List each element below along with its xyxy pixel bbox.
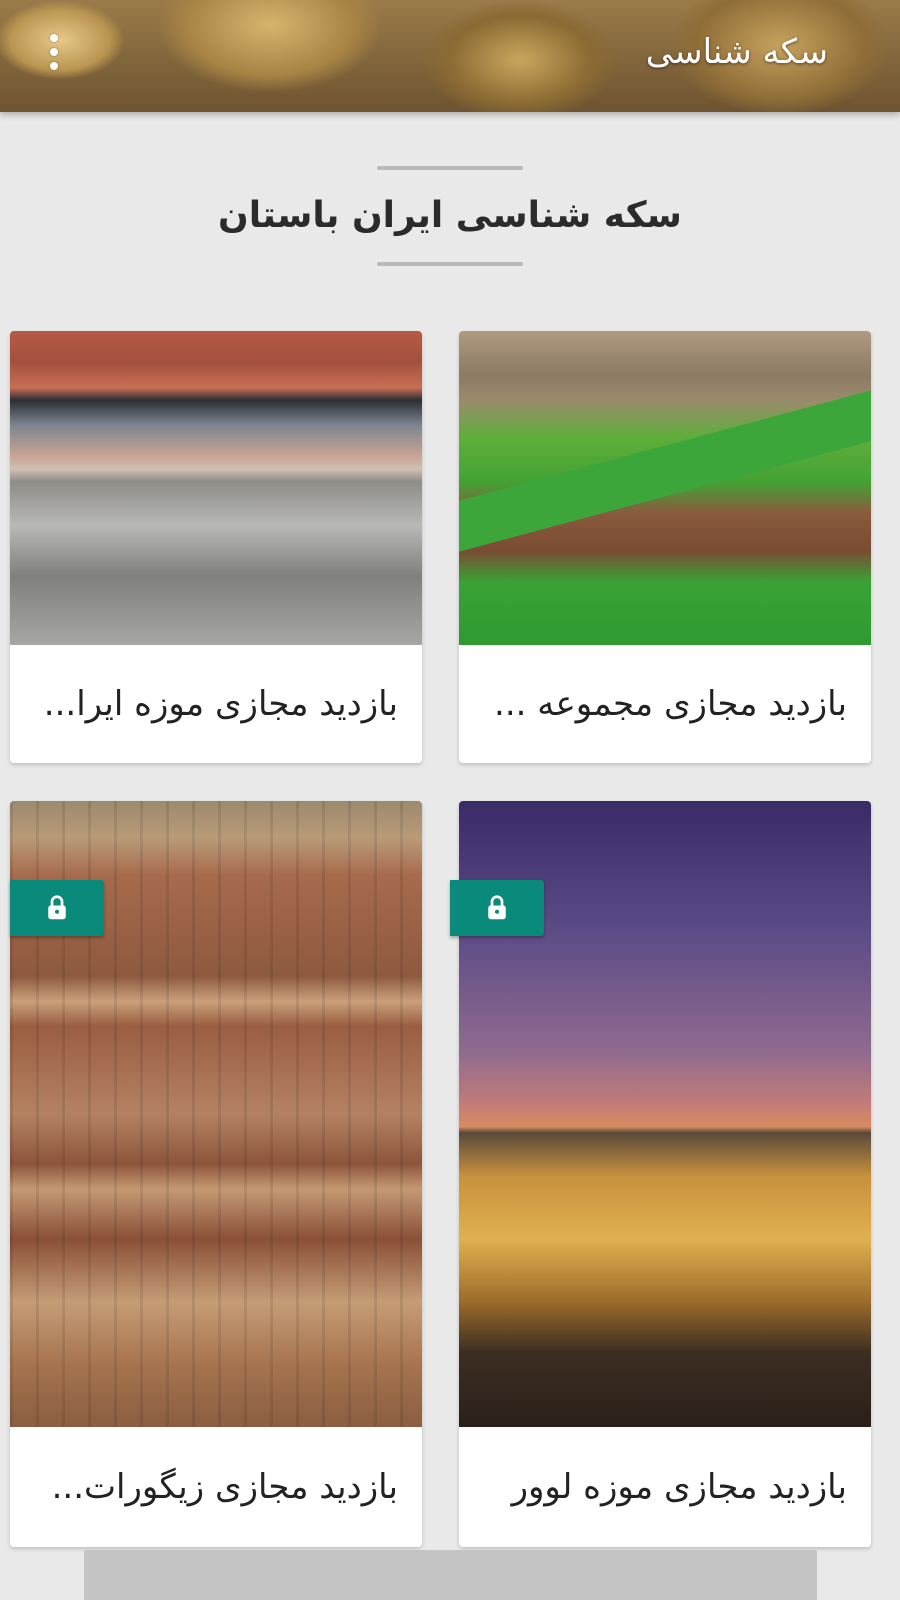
locked-badge <box>10 880 104 936</box>
card-label: بازدید مجازی موزه ایرا... <box>43 684 398 724</box>
app-root: سکه شناسی سکه شناسی ایران باستان بازدید … <box>0 0 900 1600</box>
bottom-banner <box>84 1550 817 1600</box>
heading-divider-top <box>377 166 523 170</box>
app-title: سکه شناسی <box>645 32 828 72</box>
card-label: بازدید مجازی موزه لوور <box>511 1467 847 1507</box>
card-image-museum <box>10 331 422 645</box>
section-title: سکه شناسی ایران باستان <box>218 195 682 236</box>
heading-divider-bottom <box>377 262 523 266</box>
lock-icon <box>488 895 506 920</box>
locked-badge <box>450 880 544 936</box>
card-image-fields <box>459 331 871 645</box>
card-label: بازدید مجازی مجموعه ... <box>494 684 847 724</box>
lock-icon <box>48 895 66 920</box>
card-label: بازدید مجازی زیگورات... <box>51 1467 398 1507</box>
app-bar: سکه شناسی <box>0 0 900 112</box>
card-iran-museum-visit[interactable]: بازدید مجازی موزه ایرا... <box>10 331 422 763</box>
more-vert-icon[interactable] <box>36 28 72 76</box>
card-collection-visit[interactable]: بازدید مجازی مجموعه ... <box>459 331 871 763</box>
